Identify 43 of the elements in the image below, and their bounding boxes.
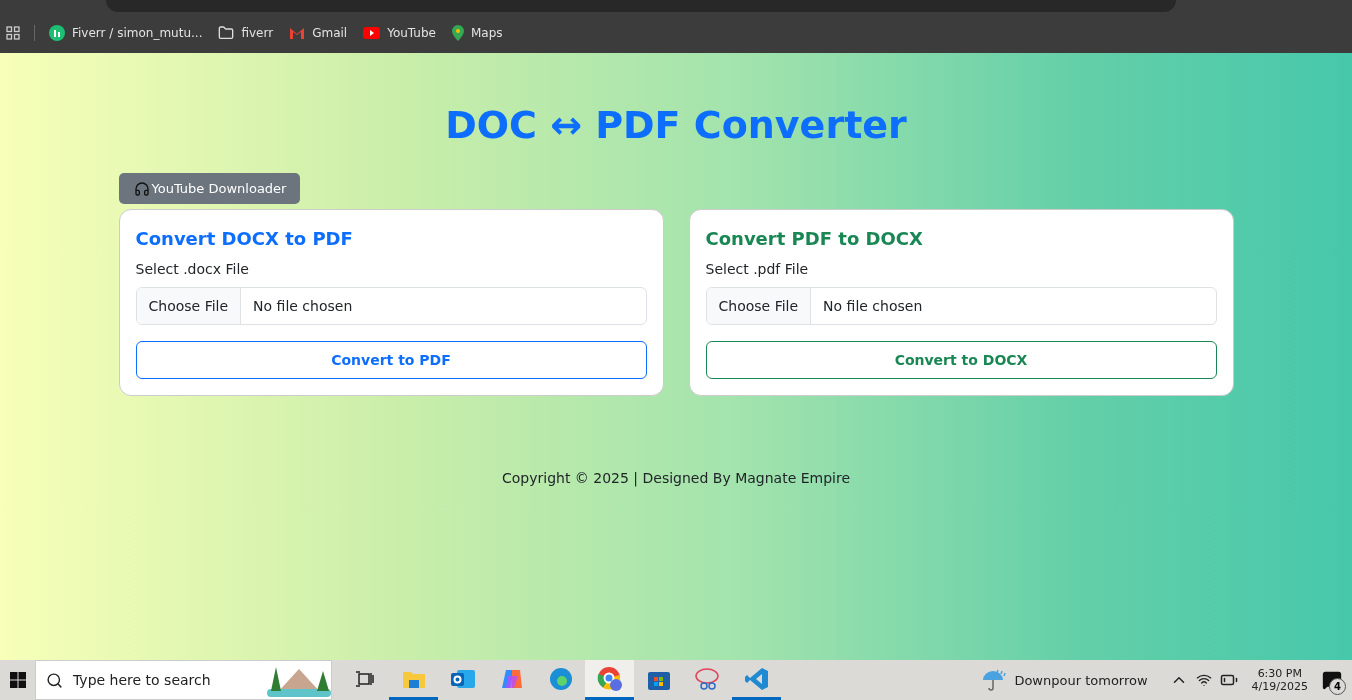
convert-button[interactable]: Convert to DOCX	[705, 341, 1217, 379]
bookmark[interactable]: fiverr	[210, 24, 282, 41]
notification-count: 4	[1329, 678, 1346, 695]
search-icon	[46, 671, 63, 689]
card-title: Convert DOCX to PDF	[135, 228, 354, 249]
umbrella-icon	[982, 668, 1007, 692]
site-logo-icon	[49, 24, 65, 41]
map-pin-icon	[451, 24, 464, 41]
file-input[interactable]: Choose File No file chosen	[135, 287, 647, 325]
file-input[interactable]: Choose File No file chosen	[705, 287, 1217, 325]
code-editor-icon	[744, 666, 769, 691]
taskbar-app-button[interactable]	[585, 660, 634, 700]
apps-grid-icon[interactable]	[6, 25, 20, 40]
bookmark[interactable]: YouTube	[355, 25, 444, 40]
copyright-text: Copyright © 2025 | Designed By Magnate Empire	[501, 470, 851, 486]
field-label: Select .pdf File	[705, 261, 810, 277]
browser-icon	[596, 665, 623, 692]
choose-file-button[interactable]: Choose File	[706, 288, 812, 324]
file-status: No file chosen	[252, 298, 353, 314]
choose-file-button[interactable]: Choose File	[136, 288, 242, 324]
wifi-icon[interactable]	[1195, 672, 1212, 688]
play-icon	[363, 26, 381, 39]
headphones-icon	[133, 180, 150, 197]
browser-icon	[548, 666, 573, 691]
bookmark[interactable]: Gmail	[281, 25, 356, 40]
youtube-downloader-button[interactable]: YouTube Downloader	[118, 173, 301, 204]
mail-icon	[289, 26, 306, 39]
windows-logo-icon	[9, 672, 26, 688]
file-status: No file chosen	[822, 298, 923, 314]
bookmark[interactable]: Fiverr / simon_mutu...	[41, 24, 211, 41]
assistant-icon	[499, 667, 524, 690]
card-title: Convert PDF to DOCX	[705, 228, 924, 249]
weather-text[interactable]: Downpour tomorrow	[1014, 672, 1148, 688]
convert-button[interactable]: Convert to PDF	[135, 341, 647, 379]
bookmark[interactable]: Maps	[443, 24, 511, 41]
folder-icon	[218, 24, 235, 41]
page-title: DOC ↔ PDF Converter	[445, 103, 907, 147]
taskbar-search-field[interactable]: Type here to search	[35, 660, 332, 700]
mail-icon	[450, 667, 475, 690]
field-label: Select .docx File	[135, 261, 250, 277]
task-view-icon	[355, 670, 374, 687]
clock[interactable]: 6:30 PM 4/19/2025	[1251, 667, 1308, 693]
folder-icon	[402, 669, 425, 688]
